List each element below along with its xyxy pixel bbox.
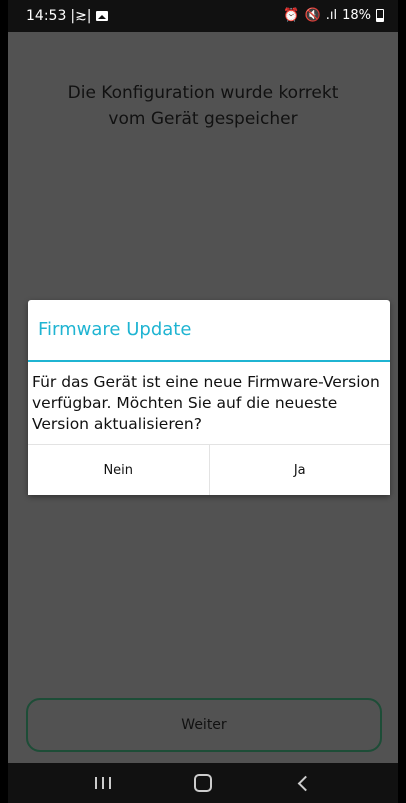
status-bar: 14:53 |≳| ⏰ 🔇 .ıl 18% [8, 0, 398, 32]
yes-button[interactable]: Ja [208, 445, 390, 495]
status-left: 14:53 |≳| [26, 8, 108, 24]
status-right: ⏰ 🔇 .ıl 18% [283, 8, 384, 23]
battery-icon [376, 9, 384, 22]
system-navigation-bar [8, 763, 398, 803]
screen-cast-icon: |≳| [70, 8, 92, 24]
no-button[interactable]: Nein [28, 445, 209, 495]
dialog-title: Firmware Update [28, 300, 390, 362]
recents-icon [95, 777, 111, 789]
alarm-icon: ⏰ [283, 8, 300, 23]
message-line-1: Die Konfiguration wurde korrekt [67, 83, 339, 103]
signal-icon: .ıl [325, 8, 338, 23]
dialog-button-row: Nein Ja [28, 444, 390, 495]
app-screen: 14:53 |≳| ⏰ 🔇 .ıl 18% Die Konfiguration … [8, 0, 398, 803]
battery-percent: 18% [342, 8, 371, 23]
back-icon [297, 775, 313, 791]
mute-icon: 🔇 [304, 8, 321, 23]
home-icon [194, 774, 212, 792]
back-button[interactable] [273, 763, 333, 803]
home-button[interactable] [173, 763, 233, 803]
firmware-update-dialog: Firmware Update Für das Gerät ist eine n… [28, 300, 390, 495]
recents-button[interactable] [73, 763, 133, 803]
message-line-2: vom Gerät gespeicher [108, 109, 298, 129]
dialog-message: Für das Gerät ist eine neue Firmware-Ver… [32, 373, 380, 433]
gallery-icon [95, 11, 108, 21]
confirmation-message: Die Konfiguration wurde korrekt vom Gerä… [8, 80, 398, 132]
continue-button[interactable]: Weiter [26, 698, 382, 752]
status-time: 14:53 [26, 8, 67, 24]
